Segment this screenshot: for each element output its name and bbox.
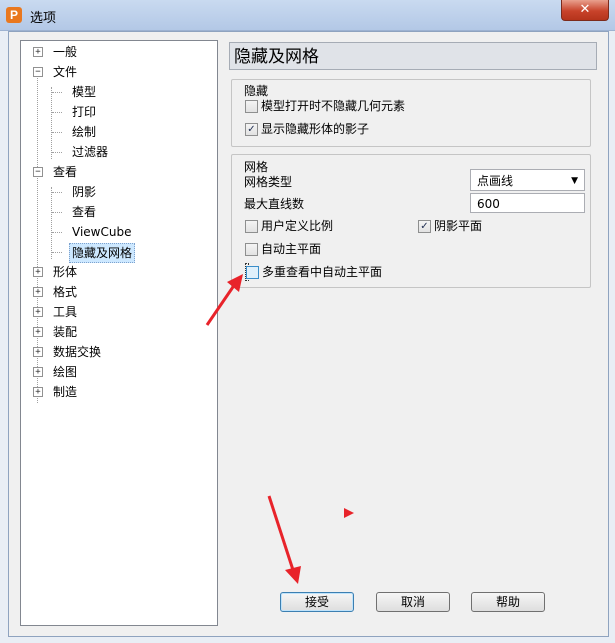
options-tree: + 一般 − 文件 模型 打印 绘制 过滤器 − 查看 阴影 查看 ViewCu… — [20, 40, 218, 626]
cursor-triangle-icon — [344, 508, 354, 518]
expand-icon[interactable]: + — [33, 307, 43, 317]
grid-type-value: 点画线 — [477, 174, 514, 188]
hide-group-title: 隐藏 — [244, 84, 269, 98]
max-lines-label: 最大直线数 — [244, 197, 305, 211]
panel-title: 隐藏及网格 — [229, 42, 597, 70]
tree-item-view-view[interactable]: 查看 — [21, 203, 211, 221]
grid-group: 网格 网格类型 点画线 ▼ 最大直线数 600 用户定义比例 ✓ 阴影平面 自动… — [231, 154, 591, 288]
help-button[interactable]: 帮助 — [471, 592, 545, 612]
tree-item-label: 隐藏及网格 — [69, 243, 136, 263]
expand-icon[interactable]: + — [33, 347, 43, 357]
tree-item-view-shade[interactable]: 阴影 — [21, 183, 211, 201]
grid-type-select[interactable]: 点画线 ▼ — [470, 169, 585, 191]
tree-item-drawing[interactable]: + 绘图 — [21, 363, 211, 381]
checkbox[interactable] — [245, 243, 258, 256]
title-bar: P 选项 ✕ — [0, 0, 615, 31]
tree-item-file-filter[interactable]: 过滤器 — [21, 143, 211, 161]
annotation-arrow-icon — [205, 274, 243, 326]
collapse-icon[interactable]: − — [33, 167, 43, 177]
app-icon: P — [6, 7, 22, 23]
tree-item-view-hide-grid[interactable]: 隐藏及网格 — [21, 243, 211, 263]
tree-item-label: 格式 — [53, 285, 78, 299]
checkbox-label: 显示隐藏形体的影子 — [261, 122, 370, 136]
expand-icon[interactable]: + — [33, 267, 43, 277]
tree-item-assembly[interactable]: + 装配 — [21, 323, 211, 341]
checkbox[interactable] — [245, 220, 258, 233]
checkbox-label: 自动主平面 — [261, 242, 322, 256]
tree-item-label: 一般 — [53, 45, 78, 59]
max-lines-input[interactable]: 600 — [470, 193, 585, 213]
tree-item-view[interactable]: − 查看 — [21, 163, 211, 181]
tree-item-label: 制造 — [53, 385, 78, 399]
tree-item-label: 模型 — [72, 85, 97, 99]
dialog-client: + 一般 − 文件 模型 打印 绘制 过滤器 − 查看 阴影 查看 ViewCu… — [8, 31, 609, 637]
annotation-arrow-icon — [267, 495, 301, 584]
tree-item-body[interactable]: + 形体 — [21, 263, 211, 281]
checkbox-checked[interactable]: ✓ — [245, 123, 258, 136]
dropdown-arrow-icon[interactable]: ▼ — [571, 170, 578, 192]
tree-item-format[interactable]: + 格式 — [21, 283, 211, 301]
tree-item-file[interactable]: − 文件 — [21, 63, 211, 81]
tree-item-label: 查看 — [72, 205, 97, 219]
checkbox-label: 多重查看中自动主平面 — [262, 265, 383, 279]
expand-icon[interactable]: + — [33, 287, 43, 297]
close-button[interactable]: ✕ — [561, 0, 609, 21]
tree-item-data-exchange[interactable]: + 数据交换 — [21, 343, 211, 361]
checkbox[interactable] — [245, 100, 258, 113]
expand-icon[interactable]: + — [33, 47, 43, 57]
tree-item-label: 打印 — [72, 105, 97, 119]
tree-item-manufacturing[interactable]: + 制造 — [21, 383, 211, 401]
checkbox-checked[interactable]: ✓ — [418, 220, 431, 233]
expand-icon[interactable]: + — [33, 327, 43, 337]
checkbox-label: 阴影平面 — [434, 219, 483, 233]
tree-item-label: 工具 — [53, 305, 78, 319]
accept-button[interactable]: 接受 — [280, 592, 354, 612]
tree-item-label: 形体 — [53, 265, 78, 279]
tree-item-label: 阴影 — [72, 185, 97, 199]
checkbox-label: 用户定义比例 — [261, 219, 334, 233]
tree-item-file-plot[interactable]: 绘制 — [21, 123, 211, 141]
tree-item-tools[interactable]: + 工具 — [21, 303, 211, 321]
tree-item-view-viewcube[interactable]: ViewCube — [21, 223, 211, 241]
tree-item-label: ViewCube — [72, 225, 132, 239]
tree-item-label: 绘图 — [53, 365, 78, 379]
tree-item-file-print[interactable]: 打印 — [21, 103, 211, 121]
tree-item-label: 数据交换 — [53, 345, 102, 359]
window-title: 选项 — [30, 11, 57, 26]
tree-item-label: 文件 — [53, 65, 78, 79]
tree-item-file-model[interactable]: 模型 — [21, 83, 211, 101]
tree-item-label: 查看 — [53, 165, 78, 179]
grid-type-label: 网格类型 — [244, 175, 293, 189]
expand-icon[interactable]: + — [33, 367, 43, 377]
cancel-button[interactable]: 取消 — [376, 592, 450, 612]
tree-item-label: 过滤器 — [72, 145, 109, 159]
tree-item-label: 装配 — [53, 325, 78, 339]
tree-item-label: 绘制 — [72, 125, 97, 139]
checkbox-label: 模型打开时不隐藏几何元素 — [261, 99, 406, 113]
expand-icon[interactable]: + — [33, 387, 43, 397]
collapse-icon[interactable]: − — [33, 67, 43, 77]
hide-group: 隐藏 模型打开时不隐藏几何元素 ✓ 显示隐藏形体的影子 — [231, 79, 591, 147]
tree-item-general[interactable]: + 一般 — [21, 43, 211, 61]
